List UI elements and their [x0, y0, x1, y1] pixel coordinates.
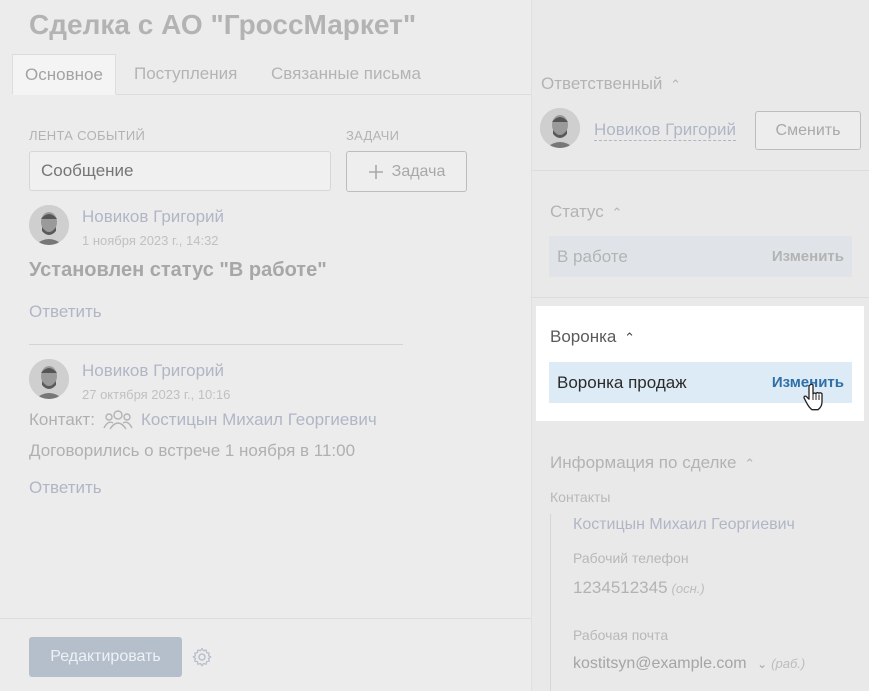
user-photo-icon	[540, 108, 580, 148]
event-text: Установлен статус "В работе"	[29, 259, 327, 281]
change-status-link[interactable]: Изменить	[772, 248, 844, 265]
hand-cursor-icon	[803, 383, 823, 411]
chevron-up-icon: ⌃	[611, 205, 623, 220]
add-task-button[interactable]: Задача	[346, 151, 467, 192]
phone-hint: (осн.)	[671, 581, 705, 596]
avatar	[29, 205, 69, 245]
event-text: Договорились о встрече 1 ноября в 11:00	[29, 441, 356, 460]
user-photo-icon	[29, 205, 69, 245]
responsible-name-link[interactable]: Новиков Григорий	[594, 120, 737, 141]
tab-income[interactable]: Поступления	[134, 54, 237, 95]
funnel-title-text: Воронка	[550, 327, 617, 346]
reply-link[interactable]: Ответить	[29, 478, 102, 498]
event-divider	[29, 344, 403, 345]
contact-label: Контакт:	[29, 410, 95, 429]
event-contact: Контакт: Костицын Михаил Георгиевич	[29, 409, 377, 431]
section-divider	[532, 297, 869, 298]
feed-section-label: ЛЕНТА СОБЫТИЙ	[29, 128, 146, 143]
plus-icon	[368, 164, 383, 179]
avatar	[29, 359, 69, 399]
tasks-section-label: ЗАДАЧИ	[346, 128, 400, 143]
email-label: Рабочая почта	[573, 627, 669, 643]
user-photo-icon	[29, 359, 69, 399]
section-divider	[532, 170, 869, 171]
add-task-label: Задача	[391, 162, 446, 180]
funnel-section-title[interactable]: Воронка ⌃	[550, 327, 635, 347]
message-input[interactable]	[29, 151, 331, 191]
edit-button[interactable]: Редактировать	[29, 637, 182, 677]
status-section-title[interactable]: Статус ⌃	[550, 202, 622, 222]
deal-info-section-title[interactable]: Информация по сделке ⌃	[550, 453, 755, 473]
event-date: 27 октября 2023 г., 10:16	[82, 387, 231, 402]
chevron-up-icon: ⌃	[744, 456, 756, 471]
tab-main[interactable]: Основное	[12, 54, 116, 95]
chevron-up-icon: ⌃	[624, 330, 635, 345]
email-address: kostitsyn@example.com	[573, 655, 747, 672]
status-field: В работе Изменить	[549, 236, 852, 277]
event-author[interactable]: Новиков Григорий	[82, 207, 224, 227]
responsible-title-text: Ответственный	[541, 74, 663, 93]
main-panel	[0, 0, 531, 691]
contacts-label: Контакты	[550, 489, 611, 505]
deal-contact-link[interactable]: Костицын Михаил Георгиевич	[573, 516, 795, 534]
chevron-down-icon[interactable]: ⌄	[757, 657, 767, 671]
contact-link[interactable]: Костицын Михаил Георгиевич	[141, 410, 377, 430]
tab-related-mail[interactable]: Связанные письма	[271, 54, 421, 95]
phone-number: 1234512345	[573, 578, 668, 597]
responsible-section-title[interactable]: Ответственный ⌃	[541, 74, 681, 94]
phone-label: Рабочий телефон	[573, 550, 689, 566]
reply-link[interactable]: Ответить	[29, 302, 102, 322]
change-responsible-button[interactable]: Сменить	[755, 111, 861, 150]
chevron-up-icon: ⌃	[670, 77, 682, 92]
email-value[interactable]: kostitsyn@example.com ⌄ (раб.)	[573, 655, 805, 673]
status-value: В работе	[557, 246, 628, 266]
email-hint: (раб.)	[771, 656, 806, 671]
phone-value[interactable]: 1234512345 (осн.)	[573, 578, 705, 598]
tab-bar: Основное Поступления Связанные письма	[12, 54, 531, 95]
page-title: Сделка с АО "ГроссМаркет"	[29, 9, 417, 40]
avatar	[540, 108, 580, 148]
contacts-tree-line	[550, 514, 551, 691]
contacts-group-icon	[103, 410, 133, 430]
gear-icon[interactable]	[192, 647, 212, 667]
event-date: 1 ноября 2023 г., 14:32	[82, 233, 219, 248]
funnel-value: Воронка продаж	[557, 372, 687, 392]
status-title-text: Статус	[550, 202, 604, 221]
event-author[interactable]: Новиков Григорий	[82, 361, 224, 381]
deal-info-title-text: Информация по сделке	[550, 453, 737, 472]
